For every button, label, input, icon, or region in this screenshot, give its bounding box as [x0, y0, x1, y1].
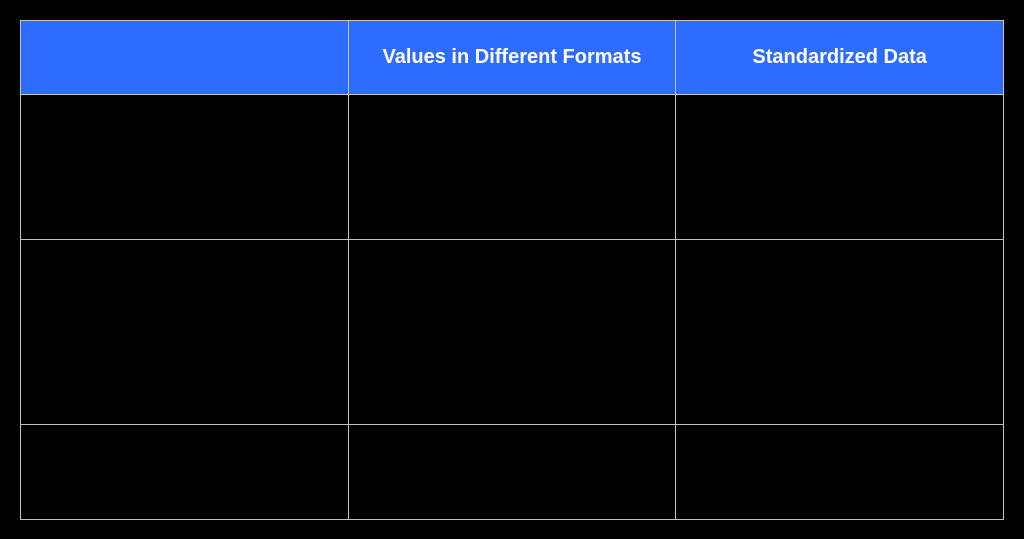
table-header-row: Values in Different Formats Standardized… [21, 21, 1004, 95]
column-header-standardized: Standardized Data [676, 21, 1004, 95]
cell [676, 95, 1004, 240]
table-row [21, 425, 1004, 520]
cell [348, 95, 676, 240]
cell [21, 425, 349, 520]
cell [348, 240, 676, 425]
cell [21, 240, 349, 425]
cell [21, 95, 349, 240]
column-header-category [21, 21, 349, 95]
cell [348, 425, 676, 520]
data-standardization-table: Values in Different Formats Standardized… [20, 20, 1004, 520]
table-row [21, 240, 1004, 425]
table-row [21, 95, 1004, 240]
column-header-raw-values: Values in Different Formats [348, 21, 676, 95]
cell [676, 425, 1004, 520]
cell [676, 240, 1004, 425]
